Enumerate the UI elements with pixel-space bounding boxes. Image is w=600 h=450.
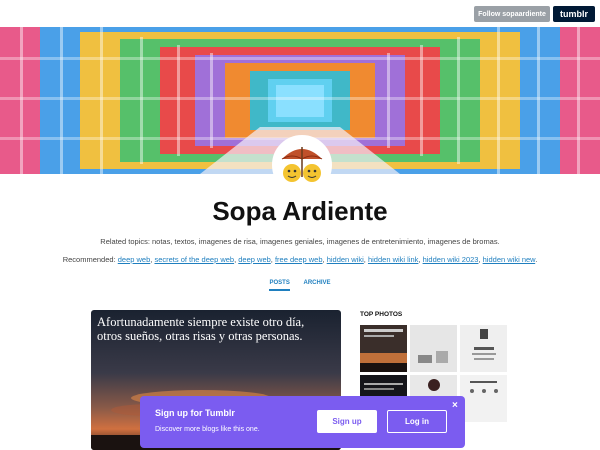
recommended-link[interactable]: deep web bbox=[238, 255, 271, 264]
signup-button[interactable]: Sign up bbox=[317, 410, 377, 433]
photo-thumbnail bbox=[360, 325, 407, 372]
post-quote: Afortunadamente siempre existe otro día,… bbox=[97, 315, 305, 343]
tab-archive[interactable]: ARCHIVE bbox=[304, 280, 331, 289]
follow-button[interactable]: Follow sopaardiente bbox=[474, 6, 550, 22]
top-photos-heading: TOP PHOTOS bbox=[360, 311, 403, 318]
photo-thumbnail bbox=[410, 325, 457, 372]
blog-title: Sopa Ardiente bbox=[212, 196, 388, 226]
top-photo[interactable] bbox=[360, 325, 407, 372]
blog-tabs: POSTS ARCHIVE bbox=[0, 280, 600, 291]
tab-posts[interactable]: POSTS bbox=[269, 280, 290, 291]
top-photo[interactable] bbox=[410, 325, 457, 372]
recommended-link[interactable]: secrets of the deep web bbox=[154, 255, 234, 264]
close-icon[interactable]: × bbox=[452, 400, 458, 411]
umbrella-emoji-icon bbox=[274, 137, 330, 193]
recommended-link[interactable]: hidden wiki 2023 bbox=[423, 255, 479, 264]
recommended-link[interactable]: hidden wiki new bbox=[483, 255, 536, 264]
signup-banner: Sign up for Tumblr Discover more blogs l… bbox=[140, 396, 465, 448]
photo-thumbnail bbox=[460, 325, 507, 372]
related-topics: Related topics: notas, textos, imagenes … bbox=[100, 237, 500, 246]
recommended-label: Recommended: bbox=[62, 255, 116, 264]
top-photo[interactable] bbox=[460, 325, 507, 372]
recommended-link[interactable]: hidden wiki bbox=[327, 255, 364, 264]
top-photo[interactable] bbox=[460, 375, 507, 422]
top-bar: Follow sopaardiente tumblr bbox=[0, 0, 600, 27]
recommended-link[interactable]: free deep web bbox=[275, 255, 323, 264]
photo-thumbnail bbox=[460, 375, 507, 422]
login-button[interactable]: Log in bbox=[387, 410, 447, 433]
signup-title: Sign up for Tumblr bbox=[155, 408, 235, 418]
recommended-link[interactable]: deep web bbox=[118, 255, 151, 264]
tumblr-logo[interactable]: tumblr bbox=[553, 6, 595, 22]
recommended-line: Recommended: deep web, secrets of the de… bbox=[62, 255, 538, 264]
recommended-link[interactable]: hidden wiki link bbox=[368, 255, 418, 264]
signup-subtitle: Discover more blogs like this one. bbox=[155, 426, 260, 433]
blog-avatar[interactable] bbox=[272, 135, 332, 195]
